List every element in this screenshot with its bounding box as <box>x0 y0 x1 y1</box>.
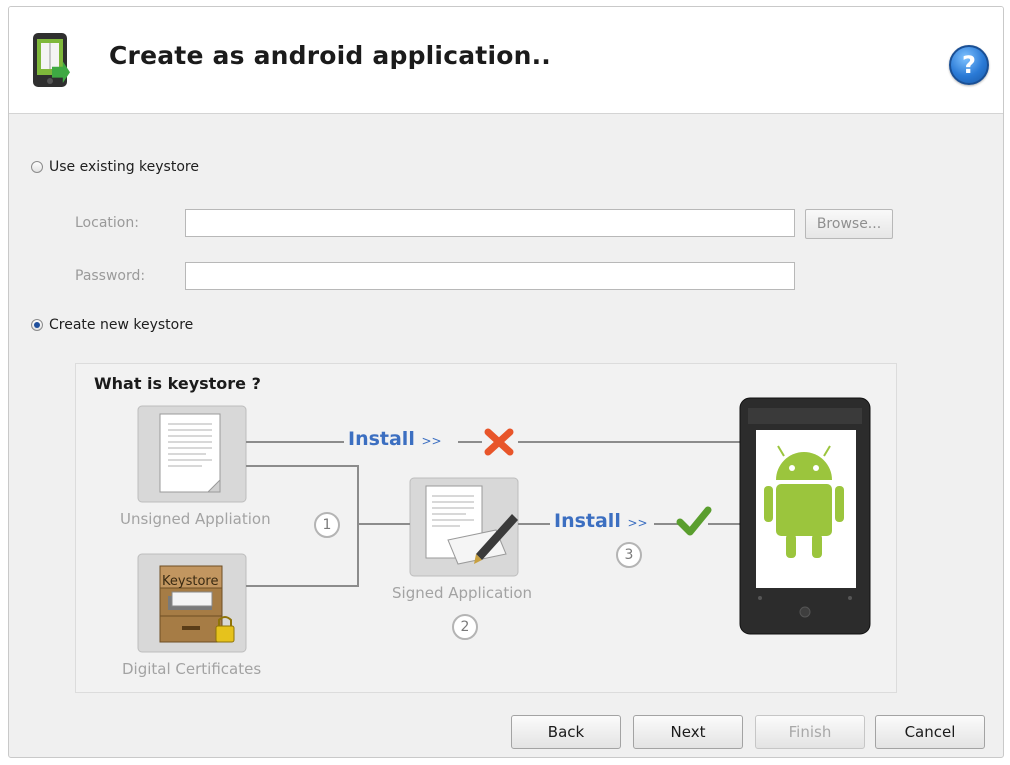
install-label-unsigned: Install >> <box>348 428 442 450</box>
next-button[interactable]: Next <box>633 715 743 749</box>
certificates-caption: Digital Certificates <box>122 660 262 678</box>
install-success-check-icon <box>676 506 712 536</box>
keystore-box-icon <box>137 553 247 653</box>
use-existing-label: Use existing keystore <box>49 159 199 175</box>
diagram-connectors <box>137 397 871 653</box>
back-button[interactable]: Back <box>511 715 621 749</box>
dialog-header: Create as android application.. ? <box>9 7 1003 114</box>
create-new-radio[interactable] <box>31 319 43 331</box>
step-2-badge: 2 <box>452 614 478 640</box>
android-app-icon <box>33 33 70 87</box>
browse-button[interactable]: Browse... <box>805 209 893 239</box>
step-1-badge: 1 <box>314 512 340 538</box>
create-new-keystore-option[interactable]: Create new keystore <box>31 317 193 333</box>
create-new-label: Create new keystore <box>49 317 194 333</box>
install-fail-x-icon <box>484 428 514 456</box>
step-3-badge: 3 <box>616 542 642 568</box>
install-arrows: >> <box>421 434 442 448</box>
signed-app-caption: Signed Application <box>392 584 533 602</box>
dialog-title: Create as android application.. <box>109 41 551 70</box>
finish-button[interactable]: Finish <box>755 715 865 749</box>
cancel-button[interactable]: Cancel <box>875 715 985 749</box>
password-input[interactable] <box>185 262 795 290</box>
unsigned-app-icon <box>137 405 247 503</box>
password-label: Password: <box>75 268 146 284</box>
signed-app-icon <box>409 477 519 577</box>
help-button[interactable]: ? <box>949 45 989 85</box>
location-label: Location: <box>75 215 139 231</box>
unsigned-app-caption: Unsigned Appliation <box>120 510 271 528</box>
android-phone-icon <box>739 397 871 635</box>
install-arrows: >> <box>627 516 648 530</box>
keystore-diagram: What is keystore ? Unsigned Appliation D… <box>75 363 897 693</box>
location-input[interactable] <box>185 209 795 237</box>
keystore-box-label: Keystore <box>162 574 219 589</box>
install-text: Install <box>554 510 621 532</box>
use-existing-keystore-option[interactable]: Use existing keystore <box>31 159 199 175</box>
install-text: Install <box>348 428 415 450</box>
dialog-window: Create as android application.. ? Use ex… <box>8 6 1004 758</box>
install-label-signed: Install >> <box>554 510 648 532</box>
use-existing-radio[interactable] <box>31 161 43 173</box>
